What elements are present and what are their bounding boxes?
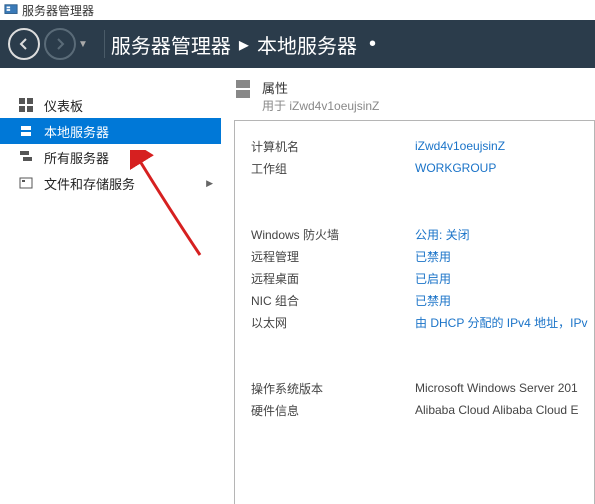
- os-value: Microsoft Windows Server 201: [415, 381, 578, 395]
- sidebar-item-label: 本地服务器: [44, 122, 109, 141]
- prop-label: 以太网: [251, 314, 415, 331]
- header: ▼ 服务器管理器 ▸ 本地服务器 •: [0, 20, 595, 68]
- breadcrumb-current: 本地服务器: [257, 30, 357, 59]
- sidebar-item-label: 文件和存储服务: [44, 174, 135, 193]
- section-subtitle: 用于 iZwd4v1oeujsinZ: [262, 97, 379, 114]
- properties-panel: 计算机名iZwd4v1oeujsinZ 工作组WORKGROUP Windows…: [234, 120, 595, 504]
- server-icon: [18, 123, 34, 139]
- sidebar-item-local-server[interactable]: 本地服务器: [0, 118, 221, 144]
- prop-label: NIC 组合: [251, 292, 415, 309]
- servers-icon: [18, 149, 34, 165]
- section-title: 属性: [262, 78, 379, 97]
- breadcrumb-separator: ▸: [239, 32, 249, 57]
- titlebar: 服务器管理器: [0, 0, 595, 20]
- prop-label: 计算机名: [251, 138, 415, 155]
- chevron-right-icon: ▶: [206, 178, 213, 189]
- prop-label: Windows 防火墙: [251, 226, 415, 243]
- firewall-link[interactable]: 公用: 关闭: [415, 226, 470, 243]
- prop-label: 远程管理: [251, 248, 415, 265]
- computer-name-link[interactable]: iZwd4v1oeujsinZ: [415, 139, 505, 153]
- prop-label: 硬件信息: [251, 402, 415, 419]
- sidebar-item-file-storage[interactable]: 文件和存储服务 ▶: [0, 170, 221, 196]
- prop-label: 工作组: [251, 160, 415, 177]
- ethernet-link[interactable]: 由 DHCP 分配的 IPv4 地址，IPv: [415, 314, 587, 331]
- forward-button[interactable]: [44, 28, 76, 60]
- breadcrumb-root[interactable]: 服务器管理器: [111, 30, 231, 59]
- remote-desktop-link[interactable]: 已启用: [415, 270, 451, 287]
- sidebar-item-dashboard[interactable]: 仪表板: [0, 92, 221, 118]
- sidebar-item-label: 所有服务器: [44, 148, 109, 167]
- main-pane: 属性 用于 iZwd4v1oeujsinZ 计算机名iZwd4v1oeujsin…: [222, 68, 595, 504]
- titlebar-title: 服务器管理器: [22, 2, 94, 19]
- prop-label: 操作系统版本: [251, 380, 415, 397]
- back-button[interactable]: [8, 28, 40, 60]
- app-icon: [4, 3, 18, 17]
- sidebar-item-all-servers[interactable]: 所有服务器: [0, 144, 221, 170]
- nic-link[interactable]: 已禁用: [415, 292, 451, 309]
- workgroup-link[interactable]: WORKGROUP: [415, 161, 496, 175]
- nav-dropdown-icon[interactable]: ▼: [78, 39, 88, 50]
- breadcrumb-dot: •: [369, 33, 376, 56]
- hw-value: Alibaba Cloud Alibaba Cloud E: [415, 403, 578, 417]
- breadcrumb: 服务器管理器 ▸ 本地服务器 •: [111, 30, 376, 59]
- prop-label: 远程桌面: [251, 270, 415, 287]
- separator: [104, 30, 105, 58]
- sidebar-item-label: 仪表板: [44, 96, 83, 115]
- dashboard-icon: [18, 97, 34, 113]
- remote-mgmt-link[interactable]: 已禁用: [415, 248, 451, 265]
- storage-icon: [18, 175, 34, 191]
- sidebar: 仪表板 本地服务器 所有服务器 文件和存储服务 ▶: [0, 68, 222, 504]
- properties-icon: [234, 78, 252, 100]
